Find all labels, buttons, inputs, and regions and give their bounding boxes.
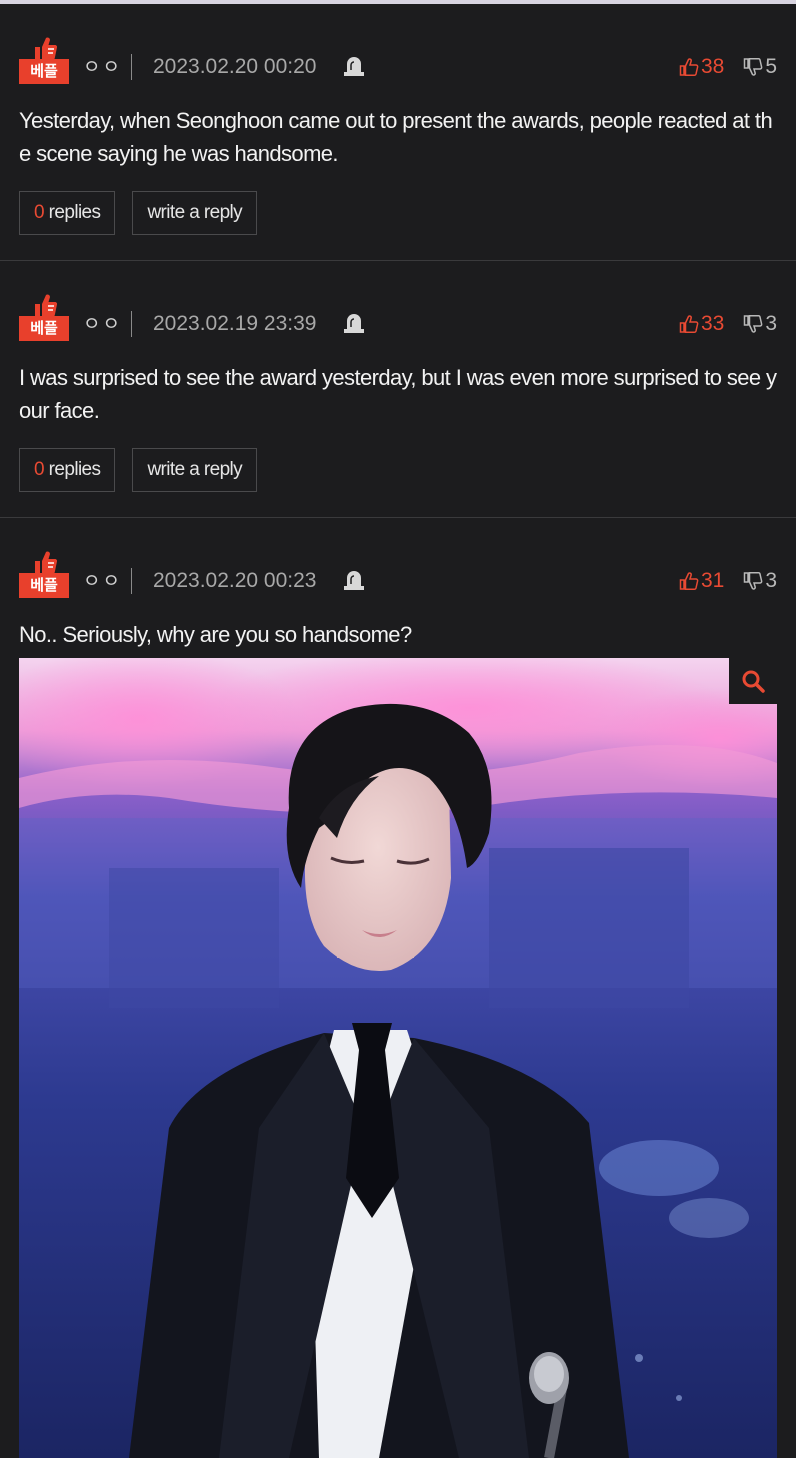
timestamp: 2023.02.20 00:23 xyxy=(153,569,317,592)
write-reply-button[interactable]: write a reply xyxy=(132,191,258,235)
downvote-count: 3 xyxy=(765,312,777,335)
vote-group: 31 3 xyxy=(679,568,777,594)
timestamp: 2023.02.19 23:39 xyxy=(153,312,317,335)
comment-actions: 0 replies write a reply xyxy=(19,191,274,235)
comment-item: 베플 ㅇㅇ 2023.02.20 00:23 31 3 No.. Serious… xyxy=(0,518,796,1458)
upvote-button[interactable]: 31 xyxy=(679,569,724,593)
timestamp: 2023.02.20 00:20 xyxy=(153,55,317,78)
nickname[interactable]: ㅇㅇ xyxy=(83,571,122,593)
magnifier-icon xyxy=(742,670,765,693)
upvote-count: 33 xyxy=(700,312,725,335)
downvote-button[interactable]: 5 xyxy=(743,55,777,79)
comment-text: No.. Seriously, why are you so handsome? xyxy=(19,622,412,647)
divider xyxy=(131,568,132,594)
thumbs-down-icon xyxy=(744,572,763,590)
upvote-count: 31 xyxy=(700,569,725,592)
vote-group: 33 3 xyxy=(679,311,777,337)
badge-label: 베플 xyxy=(19,573,69,598)
comment-meta: 베플 ㅇㅇ 2023.02.20 00:23 31 3 xyxy=(19,549,777,599)
badge-label: 베플 xyxy=(19,316,69,341)
thumbs-up-best-icon xyxy=(35,551,57,574)
zoom-button[interactable] xyxy=(729,658,777,704)
comment-item: 베플 ㅇㅇ 2023.02.20 00:20 38 5 Yesterday, w… xyxy=(0,4,796,261)
vote-group: 38 5 xyxy=(679,54,777,80)
thumbs-up-icon xyxy=(679,315,699,333)
downvote-button[interactable]: 3 xyxy=(743,312,777,336)
upvote-button[interactable]: 38 xyxy=(679,55,724,79)
write-reply-button[interactable]: write a reply xyxy=(132,448,258,492)
comment-text: I was surprised to see the award yesterd… xyxy=(19,365,777,423)
replies-button[interactable]: 0 replies xyxy=(19,191,116,235)
replies-label: replies xyxy=(48,202,101,223)
comment-text: Yesterday, when Seonghoon came out to pr… xyxy=(19,108,773,166)
comment-actions: 0 replies write a reply xyxy=(19,448,274,492)
comment-meta: 베플 ㅇㅇ 2023.02.19 23:39 33 3 xyxy=(19,292,777,342)
downvote-button[interactable]: 3 xyxy=(743,569,777,593)
badge-label: 베플 xyxy=(19,59,69,84)
downvote-count: 3 xyxy=(765,569,777,592)
best-comment-badge: 베플 xyxy=(19,35,69,85)
best-comment-badge: 베플 xyxy=(19,549,69,599)
divider xyxy=(131,54,132,80)
thumbs-down-icon xyxy=(744,58,763,76)
thumbs-up-icon xyxy=(679,58,699,76)
thumbs-up-best-icon xyxy=(35,37,57,60)
nickname[interactable]: ㅇㅇ xyxy=(83,314,122,336)
thumbs-up-best-icon xyxy=(35,294,57,317)
replies-button[interactable]: 0 replies xyxy=(19,448,116,492)
siren-icon[interactable] xyxy=(343,311,365,335)
replies-label: replies xyxy=(48,459,101,480)
stage-photo-illustration xyxy=(19,658,777,1458)
divider xyxy=(131,311,132,337)
upvote-button[interactable]: 33 xyxy=(679,312,724,336)
thumbs-down-icon xyxy=(744,315,763,333)
comment-meta: 베플 ㅇㅇ 2023.02.20 00:20 38 5 xyxy=(19,35,777,85)
nickname[interactable]: ㅇㅇ xyxy=(83,57,122,79)
siren-icon[interactable] xyxy=(343,54,365,78)
replies-count: 0 xyxy=(34,202,45,223)
comment-item: 베플 ㅇㅇ 2023.02.19 23:39 33 3 I was surpri… xyxy=(0,261,796,518)
attached-image[interactable] xyxy=(19,658,777,1458)
thumbs-up-icon xyxy=(679,572,699,590)
siren-icon[interactable] xyxy=(343,568,365,592)
upvote-count: 38 xyxy=(700,55,725,78)
replies-count: 0 xyxy=(34,459,45,480)
best-comment-badge: 베플 xyxy=(19,292,69,342)
downvote-count: 5 xyxy=(765,55,777,78)
